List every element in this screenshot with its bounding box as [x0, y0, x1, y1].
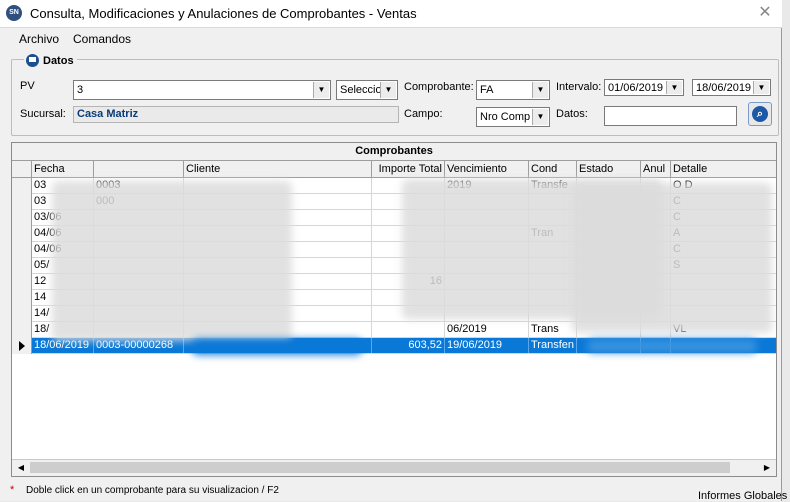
- row-indicator[interactable]: [12, 258, 32, 274]
- app-logo-icon: SN: [6, 5, 22, 21]
- comprobante-combo[interactable]: FA ▼: [476, 80, 550, 100]
- campo-label: Campo:: [404, 108, 443, 120]
- chevron-down-icon[interactable]: ▼: [532, 82, 548, 98]
- row-indicator[interactable]: [12, 242, 32, 258]
- row-indicator[interactable]: [12, 226, 32, 242]
- scroll-thumb[interactable]: [30, 462, 730, 473]
- fecha-hasta-value: 18/06/2019: [696, 82, 752, 94]
- redaction-blur: [52, 181, 292, 341]
- row-pointer-icon: [19, 341, 25, 351]
- selector-combo[interactable]: Seleccio ▼: [336, 80, 398, 100]
- campo-value: Nro Comp: [480, 111, 531, 123]
- scroll-left-icon[interactable]: ◀: [13, 460, 29, 476]
- row-indicator[interactable]: [12, 194, 32, 210]
- pv-value: 3: [77, 84, 84, 96]
- header-estado[interactable]: Estado: [577, 161, 641, 177]
- disk-icon: [26, 54, 39, 67]
- header-cliente[interactable]: Cliente: [184, 161, 372, 177]
- header-detalle[interactable]: Detalle: [671, 161, 776, 177]
- grid-header: Fecha Cliente Importe Total Vencimiento …: [12, 161, 776, 178]
- cell-importe: 603,52: [372, 338, 445, 353]
- menu-bar: Archivo Comandos: [0, 28, 782, 48]
- datos-input[interactable]: [604, 106, 737, 126]
- header-importe[interactable]: Importe Total: [372, 161, 445, 177]
- sucursal-label: Sucursal:: [20, 108, 66, 120]
- row-indicator[interactable]: [12, 178, 32, 194]
- status-message: Doble click en un comprobante para su vi…: [26, 485, 279, 496]
- datos-label: Datos:: [556, 108, 588, 120]
- window-title: Consulta, Modificaciones y Anulaciones d…: [30, 6, 417, 21]
- datos-title-label: Datos: [43, 54, 74, 67]
- row-indicator[interactable]: [12, 306, 32, 322]
- row-indicator[interactable]: [12, 338, 32, 354]
- chevron-down-icon[interactable]: ▼: [753, 81, 769, 94]
- background-window-text: Informes Globales: [698, 490, 788, 502]
- horizontal-scrollbar[interactable]: ◀ ▶: [12, 459, 776, 476]
- chevron-down-icon[interactable]: ▼: [666, 81, 682, 94]
- close-button[interactable]: ✕: [756, 4, 774, 22]
- fecha-hasta-picker[interactable]: 18/06/2019 ▼: [692, 79, 771, 96]
- comprobante-value: FA: [480, 84, 494, 96]
- title-bar[interactable]: SN Consulta, Modificaciones y Anulacione…: [0, 0, 782, 28]
- cell-venc: 19/06/2019: [445, 338, 529, 353]
- sucursal-field: Casa Matriz: [73, 106, 399, 123]
- cell-venc: 06/2019: [445, 322, 529, 337]
- header-anul[interactable]: Anul: [641, 161, 671, 177]
- row-indicator[interactable]: [12, 322, 32, 338]
- campo-combo[interactable]: Nro Comp ▼: [476, 107, 550, 127]
- header-vencimiento[interactable]: Vencimiento: [445, 161, 529, 177]
- comprobantes-grid[interactable]: Comprobantes Fecha Cliente Importe Total…: [11, 142, 777, 477]
- grid-title: Comprobantes: [12, 143, 776, 161]
- required-star-icon: *: [10, 484, 15, 496]
- pv-combo[interactable]: 3 ▼: [73, 80, 331, 100]
- row-indicator[interactable]: [12, 274, 32, 290]
- status-bar: * Doble click en un comprobante para su …: [0, 482, 782, 501]
- header-indicator: [12, 161, 32, 177]
- chevron-down-icon[interactable]: ▼: [313, 82, 329, 98]
- search-button[interactable]: ⌕: [748, 102, 772, 126]
- redaction-blur: [587, 339, 757, 353]
- row-indicator[interactable]: [12, 290, 32, 306]
- redaction-blur: [192, 339, 362, 355]
- main-window: SN Consulta, Modificaciones y Anulacione…: [0, 0, 782, 501]
- redaction-blur: [572, 183, 772, 333]
- chevron-down-icon[interactable]: ▼: [532, 109, 548, 125]
- header-cond[interactable]: Cond: [529, 161, 577, 177]
- header-fecha[interactable]: Fecha: [32, 161, 94, 177]
- row-indicator[interactable]: [12, 210, 32, 226]
- comprobante-label: Comprobante:: [404, 81, 474, 93]
- selector-value: Seleccio: [340, 84, 382, 96]
- menu-archivo[interactable]: Archivo: [19, 32, 59, 46]
- cell-cond: Trans: [529, 322, 577, 337]
- fecha-desde-value: 01/06/2019: [608, 82, 664, 94]
- search-icon: ⌕: [752, 106, 768, 122]
- menu-comandos[interactable]: Comandos: [73, 32, 131, 46]
- cell-importe: [372, 322, 445, 337]
- cell-cond: Transfen: [529, 338, 577, 353]
- header-nro-comp[interactable]: [94, 161, 184, 177]
- pv-label: PV: [20, 80, 35, 92]
- fecha-desde-picker[interactable]: 01/06/2019 ▼: [604, 79, 684, 96]
- scroll-right-icon[interactable]: ▶: [759, 460, 775, 476]
- chevron-down-icon[interactable]: ▼: [380, 82, 396, 98]
- datos-group-title: Datos: [24, 54, 77, 67]
- intervalo-label: Intervalo:: [556, 81, 602, 93]
- close-icon: ✕: [758, 4, 772, 21]
